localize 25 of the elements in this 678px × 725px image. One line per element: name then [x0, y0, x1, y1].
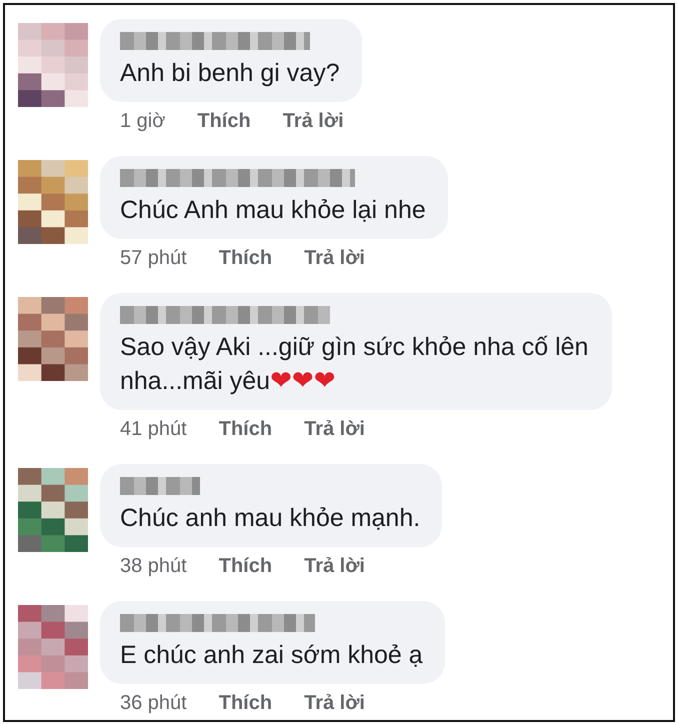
blurred-name-icon	[120, 306, 330, 324]
reply-link[interactable]: Trả lời	[304, 691, 365, 715]
comment-time: 57 phút	[120, 246, 187, 270]
comment-text: Chúc anh mau khỏe mạnh.	[120, 504, 420, 532]
reply-link[interactable]: Trả lời	[282, 109, 344, 133]
like-link[interactable]: Thích	[197, 109, 251, 133]
reply-link[interactable]: Trả lời	[304, 417, 365, 441]
comment-time: 36 phút	[120, 691, 187, 715]
like-link[interactable]: Thích	[218, 554, 272, 578]
comment-text: E chúc anh zai sớm khoẻ ạ	[120, 641, 423, 669]
comment-time: 1 giờ	[120, 109, 166, 133]
comment-time: 38 phút	[120, 554, 187, 578]
blurred-name-icon	[120, 477, 200, 495]
comment-text: Sao vậy Aki ...giữ gìn sức khỏe nha cố lên nha...mãi yêu❤❤❤	[120, 333, 588, 395]
like-link[interactable]: Thích	[218, 246, 272, 270]
blurred-name-icon	[120, 614, 315, 632]
blurred-name-icon	[120, 32, 310, 50]
comment-time: 41 phút	[120, 417, 187, 441]
comment-text: Anh bi benh gi vay?	[120, 59, 340, 87]
comment-text: Chúc Anh mau khỏe lại nhe	[120, 196, 426, 224]
reply-link[interactable]: Trả lời	[304, 246, 365, 270]
like-link[interactable]: Thích	[218, 417, 272, 441]
blurred-name-icon	[120, 169, 355, 187]
like-link[interactable]: Thích	[218, 691, 272, 715]
reply-link[interactable]: Trả lời	[304, 554, 365, 578]
